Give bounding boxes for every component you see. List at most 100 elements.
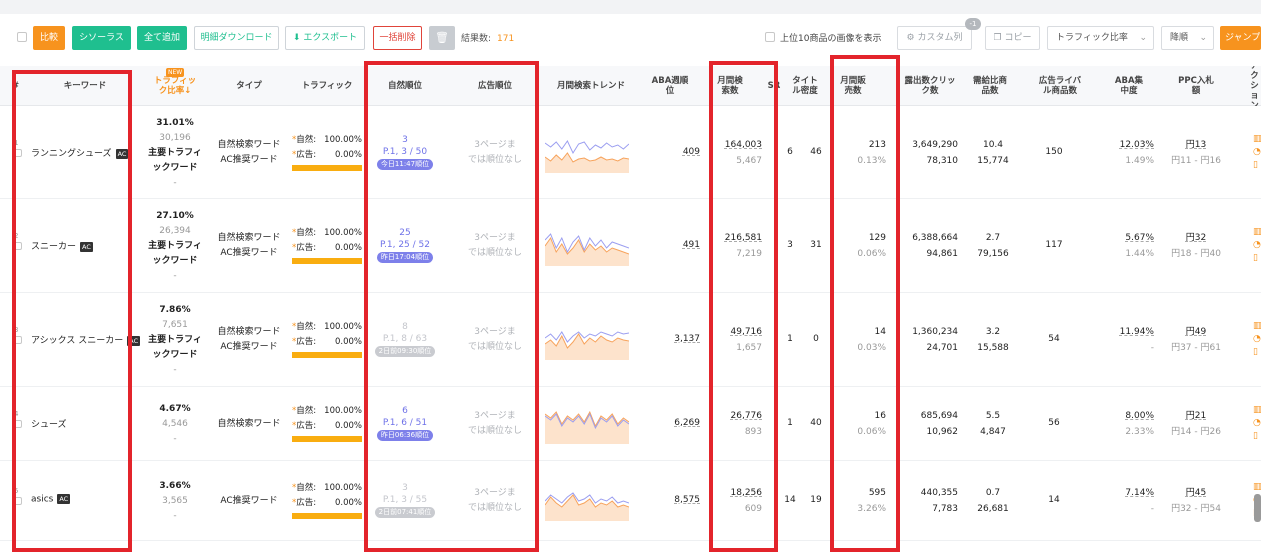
impressions-cell: 440,355 7,783 (900, 485, 958, 517)
col-impressions[interactable]: 露出数クリック数 (900, 66, 960, 106)
aba-concentration-sub: 1.49% (1125, 156, 1154, 166)
chevron-down-icon: ⌄ (1139, 33, 1147, 43)
supply-ratio-cell: 2.7 79,156 (966, 230, 1020, 262)
aba-rank[interactable]: 3,137 (660, 334, 700, 344)
ppc-bid-cell[interactable]: 円45 円32 - 円54 (1166, 485, 1226, 517)
sort-order-value: 降順 (1170, 33, 1189, 43)
natural-label: *自然: (292, 228, 317, 238)
ppc-bid-range: 円14 - 円26 (1171, 427, 1221, 437)
col-aba-rank[interactable]: ABA週順位 (648, 66, 692, 106)
search-trend-sparkline[interactable] (545, 320, 629, 360)
chart-icon[interactable]: ▥ (1253, 481, 1261, 494)
export-button[interactable]: ⬇ エクスポート (285, 26, 365, 50)
traffic-split-cell: *自然: 100.00% *広告: 0.00% (292, 404, 362, 442)
chart-icon[interactable]: ▥ (1253, 404, 1261, 417)
keyword-type: AC推奨ワード (220, 495, 278, 506)
chart-icon[interactable]: ▥ (1253, 226, 1261, 239)
chart-icon[interactable]: ▥ (1253, 133, 1261, 146)
highlight-monthly-sales-column (830, 55, 900, 552)
natural-share: *自然: 100.00% (292, 481, 362, 496)
col-aba-concentration[interactable]: ABA集中度 (1114, 66, 1144, 106)
ppc-bid-cell[interactable]: 円13 円11 - 円16 (1166, 137, 1226, 169)
ad-label-text: 広告: (296, 337, 317, 347)
ppc-bid-cell[interactable]: 円32 円18 - 円40 (1166, 230, 1226, 262)
sort-order-select[interactable]: 降順 ⌄ (1161, 26, 1214, 50)
custom-columns-badge: -1 (965, 18, 981, 30)
history-icon[interactable]: ◔ (1253, 146, 1261, 159)
aba-rank[interactable]: 409 (660, 147, 700, 157)
trash-icon[interactable]: ▯ (1253, 159, 1261, 172)
impressions-cell: 3,649,290 78,310 (900, 137, 958, 169)
trash-icon[interactable]: ▯ (1253, 430, 1261, 443)
title-density-value: 40 (810, 418, 822, 428)
history-icon[interactable]: ◔ (1253, 239, 1261, 252)
keyword-type: AC推奨ワード (220, 155, 278, 165)
table-row: 4 シューズ 4.67% 4,546- 自然検索ワード *自然: 100.00% *広告: 0.… (0, 387, 1261, 461)
keyword-type: 自然検索ワード (217, 327, 281, 337)
trash-icon[interactable]: ▯ (1253, 346, 1261, 359)
custom-columns-button[interactable]: ⚙ カスタム列 (897, 26, 972, 50)
highlight-keyword-column (12, 70, 132, 552)
aba-concentration-cell[interactable]: 7.14% - (1108, 485, 1154, 517)
aba-rank[interactable]: 8,575 (660, 495, 700, 505)
aba-concentration-value: 11.94% (1119, 327, 1154, 337)
add-all-button[interactable]: 全て追加 (137, 26, 187, 50)
col-supply-ratio[interactable]: 需給比商品数 (972, 66, 1008, 106)
traffic-bar (292, 352, 362, 358)
impressions-value: 6,388,664 (912, 233, 958, 243)
col-ad-rivals[interactable]: 広告ライバル商品数 (1036, 66, 1084, 106)
natural-share-value: 100.00% (324, 228, 362, 238)
show-images-checkbox[interactable] (765, 32, 775, 42)
chart-icon[interactable]: ▥ (1253, 320, 1261, 333)
col-traffic[interactable]: トラフィック (292, 66, 362, 106)
search-trend-sparkline[interactable] (545, 133, 629, 173)
aba-rank[interactable]: 6,269 (660, 418, 700, 428)
jump-button[interactable]: ジャンプ (1220, 26, 1261, 50)
search-trend-sparkline[interactable] (545, 226, 629, 266)
traffic-ratio-line: 26,394 (159, 225, 191, 236)
history-icon[interactable]: ◔ (1253, 417, 1261, 430)
product-count-value: 15,588 (977, 343, 1009, 353)
ad-label: *広告: (292, 498, 317, 508)
traffic-bar (292, 165, 362, 171)
natural-share: *自然: 100.00% (292, 404, 362, 419)
trash-icon[interactable]: ▯ (1253, 252, 1261, 265)
ppc-bid-value: 円21 (1185, 411, 1207, 421)
ppc-bid-cell[interactable]: 円21 円14 - 円26 (1166, 408, 1226, 440)
trend-area (545, 495, 629, 521)
bulk-delete-button[interactable]: 一括削除 (373, 26, 422, 50)
aba-concentration-cell[interactable]: 12.03% 1.49% (1108, 137, 1154, 169)
aba-concentration-cell[interactable]: 11.94% - (1108, 324, 1154, 356)
aba-concentration-cell[interactable]: 5.67% 1.44% (1108, 230, 1154, 262)
traffic-ratio-line: 7.86% (159, 304, 191, 315)
impressions-value: 685,694 (920, 411, 958, 421)
ad-rivals-value: 56 (1048, 418, 1060, 428)
col-ppc-bid[interactable]: PPC入札額 (1178, 66, 1214, 106)
ppc-bid-cell[interactable]: 円49 円37 - 円61 (1166, 324, 1226, 356)
sr-value: 1 (787, 418, 793, 428)
ad-share-value: 0.00% (334, 498, 362, 508)
traffic-ratio-line: - (173, 270, 177, 281)
col-title-density[interactable]: タイトル密度 (790, 66, 820, 106)
traffic-ratio-line: 4,546 (162, 418, 188, 429)
aba-rank[interactable]: 491 (660, 240, 700, 250)
col-trend[interactable]: 月間検索トレンド (555, 66, 627, 106)
search-trend-sparkline[interactable] (545, 481, 629, 521)
trash-button[interactable]: 🗑 (429, 26, 455, 50)
history-icon[interactable]: ◔ (1253, 333, 1261, 346)
search-trend-sparkline[interactable] (545, 404, 629, 444)
detail-download-button[interactable]: 明細ダウンロード (194, 26, 279, 50)
col-type[interactable]: タイプ (212, 66, 286, 106)
keyword-type: AC推奨ワード (220, 248, 278, 258)
traffic-ratio-line: 主要トラフィ (148, 240, 202, 251)
supply-ratio-cell: 5.5 4,847 (966, 408, 1020, 440)
sort-field-select[interactable]: トラフィック比率 ⌄ (1047, 26, 1154, 50)
thesaurus-button[interactable]: シソーラス (72, 26, 131, 50)
aba-concentration-cell[interactable]: 8.00% 2.33% (1108, 408, 1154, 440)
ad-rivals-value: 117 (1045, 240, 1063, 250)
select-all-checkbox[interactable] (17, 32, 27, 42)
product-count-value: 4,847 (980, 427, 1006, 437)
compare-button[interactable]: 比較 (33, 26, 65, 50)
copy-button[interactable]: ❐ コピー (985, 26, 1040, 50)
scrollbar-thumb[interactable] (1254, 494, 1261, 522)
